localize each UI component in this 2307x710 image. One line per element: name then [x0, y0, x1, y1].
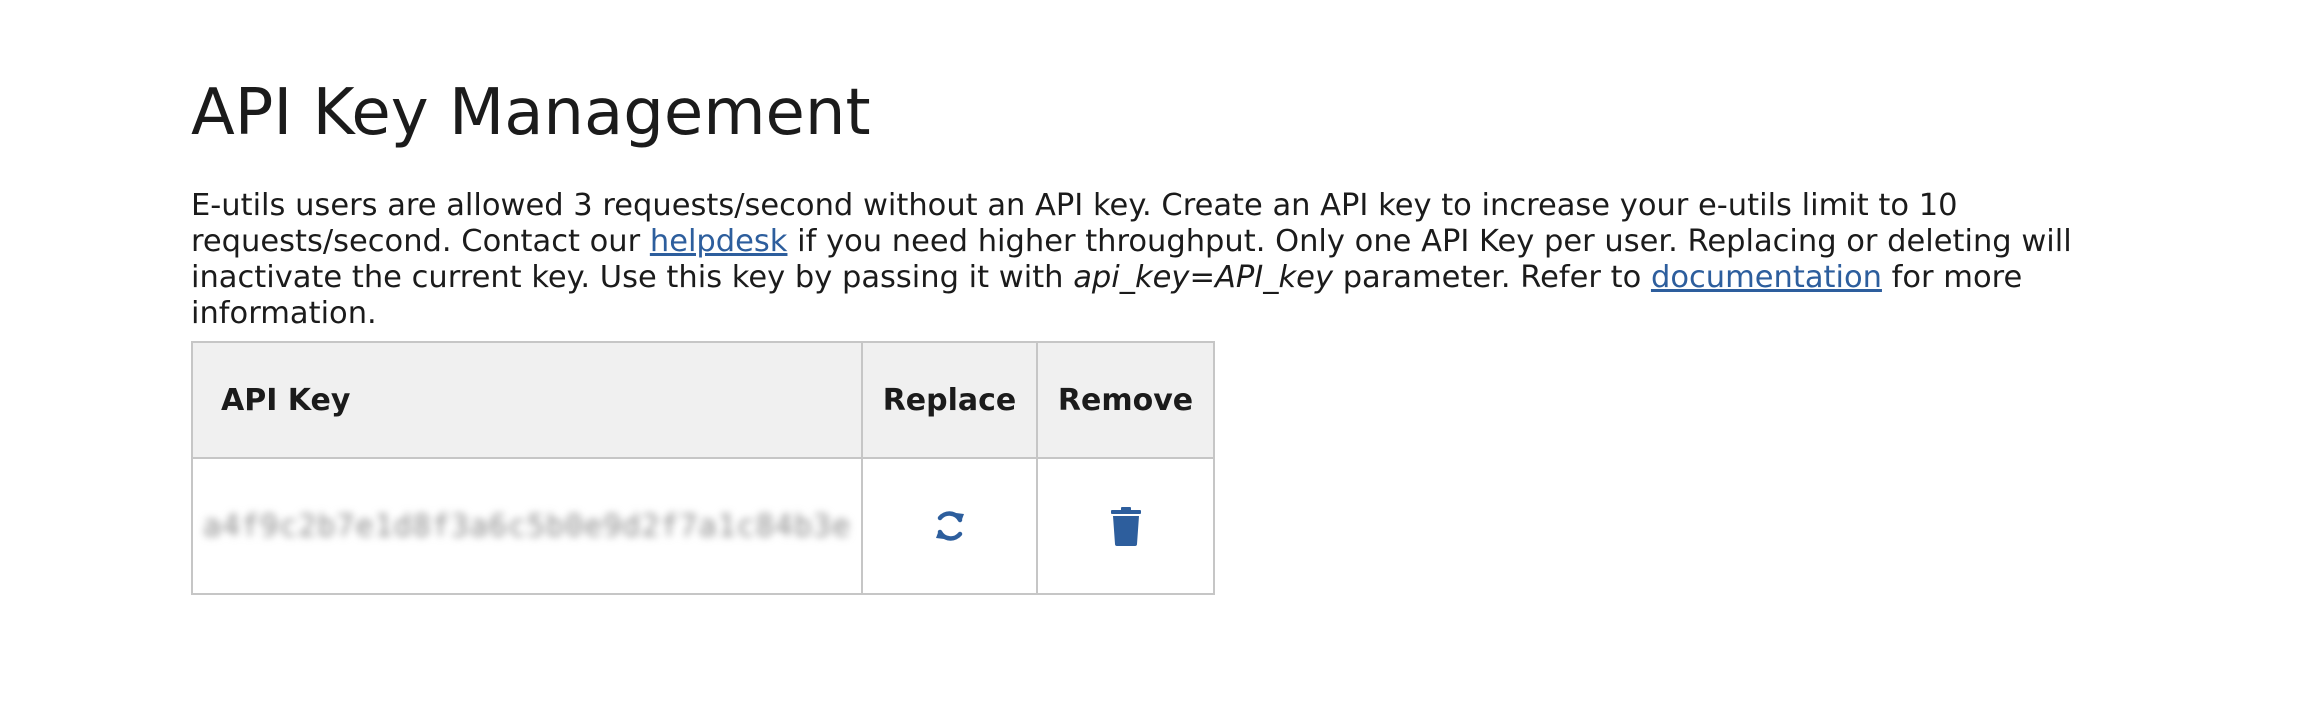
column-header-replace: Replace — [861, 341, 1038, 459]
replace-key-button[interactable] — [926, 502, 974, 550]
replace-cell — [861, 457, 1038, 595]
table-row: a4f9c2b7e1d8f3a6c5b0e9d2f7a1c84b3e — [191, 457, 1215, 595]
api-key-value: a4f9c2b7e1d8f3a6c5b0e9d2f7a1c84b3e — [202, 508, 852, 544]
remove-cell — [1036, 457, 1215, 595]
intro-text: E-utils users are allowed 3 requests/sec… — [191, 188, 2141, 332]
api-key-cell: a4f9c2b7e1d8f3a6c5b0e9d2f7a1c84b3e — [191, 457, 863, 595]
intro-text-part3: parameter. Refer to — [1333, 260, 1651, 295]
remove-key-button[interactable] — [1102, 502, 1150, 550]
table-header-row: API Key Replace Remove — [191, 341, 1215, 459]
helpdesk-link[interactable]: helpdesk — [650, 224, 788, 259]
page-title: API Key Management — [191, 76, 871, 150]
page: API Key Management E-utils users are all… — [0, 0, 2307, 710]
api-key-param: api_key=API_key — [1073, 260, 1333, 295]
refresh-icon — [935, 511, 964, 541]
trash-icon — [1110, 507, 1141, 546]
column-header-remove: Remove — [1036, 341, 1215, 459]
column-header-api-key: API Key — [191, 341, 863, 459]
documentation-link[interactable]: documentation — [1651, 260, 1882, 295]
api-key-table: API Key Replace Remove a4f9c2b7e1d8f3a6c… — [191, 341, 1215, 595]
